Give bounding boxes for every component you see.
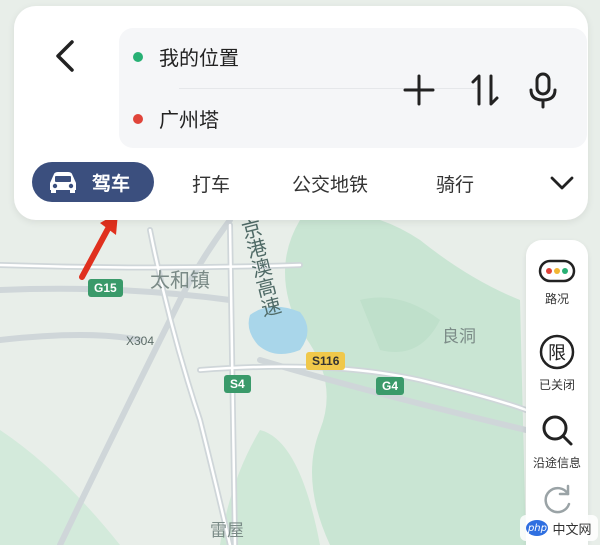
microphone-icon[interactable] [523,70,563,110]
restriction-icon: 限 [539,334,575,370]
tab-drive[interactable]: 驾车 [32,162,154,202]
route-input-box: 我的位置 广州塔 [119,28,587,148]
plus-icon[interactable] [399,70,439,110]
shield-g4: G4 [376,377,405,395]
tab-drive-label: 驾车 [92,172,131,195]
origin-text: 我的位置 [159,46,239,70]
map-place-liangdong: 良洞 [442,327,476,347]
tab-transit[interactable]: 公交地铁 [292,170,368,197]
back-arrow-icon[interactable] [50,36,82,76]
watermark: php 中文网 [520,515,598,541]
shield-s116: S116 [306,352,346,370]
origin-field[interactable]: 我的位置 [133,42,239,71]
watermark-logo: php [526,520,549,536]
origin-dot [133,51,143,62]
destination-text: 广州塔 [159,108,219,132]
traffic-light-icon [538,259,576,283]
refresh-icon[interactable] [538,480,576,518]
transport-tabs: 驾车 打车 公交地铁 骑行 [30,160,590,204]
restriction-label: 已关闭 [538,378,575,392]
restriction-button[interactable]: 限 已关闭 [526,332,588,393]
shield-s4: S4 [224,375,251,393]
restriction-glyph: 限 [548,343,566,364]
route-card: 我的位置 广州塔 驾车 打车 公交地铁 骑行 [14,6,588,220]
along-route-search-button[interactable]: 沿途信息 [526,410,588,471]
swap-vertical-icon[interactable] [465,70,505,110]
traffic-button[interactable]: 路况 [526,256,588,307]
shield-x304: X304 [126,334,155,348]
search-icon [542,415,573,446]
map-place-taihe: 太和镇 [150,268,210,292]
tab-taxi[interactable]: 打车 [192,170,230,197]
watermark-text: 中文网 [552,522,592,538]
car-icon [50,172,76,193]
destination-dot [133,113,143,124]
tab-bike[interactable]: 骑行 [436,170,474,197]
traffic-label: 路况 [544,292,569,306]
chevron-down-icon[interactable] [548,170,576,194]
along-route-label: 沿途信息 [532,456,581,470]
map-side-panel: 路况 限 已关闭 沿途信息 [526,240,588,545]
map-place-leiwu: 雷屋 [210,521,244,541]
destination-field[interactable]: 广州塔 [133,104,219,133]
